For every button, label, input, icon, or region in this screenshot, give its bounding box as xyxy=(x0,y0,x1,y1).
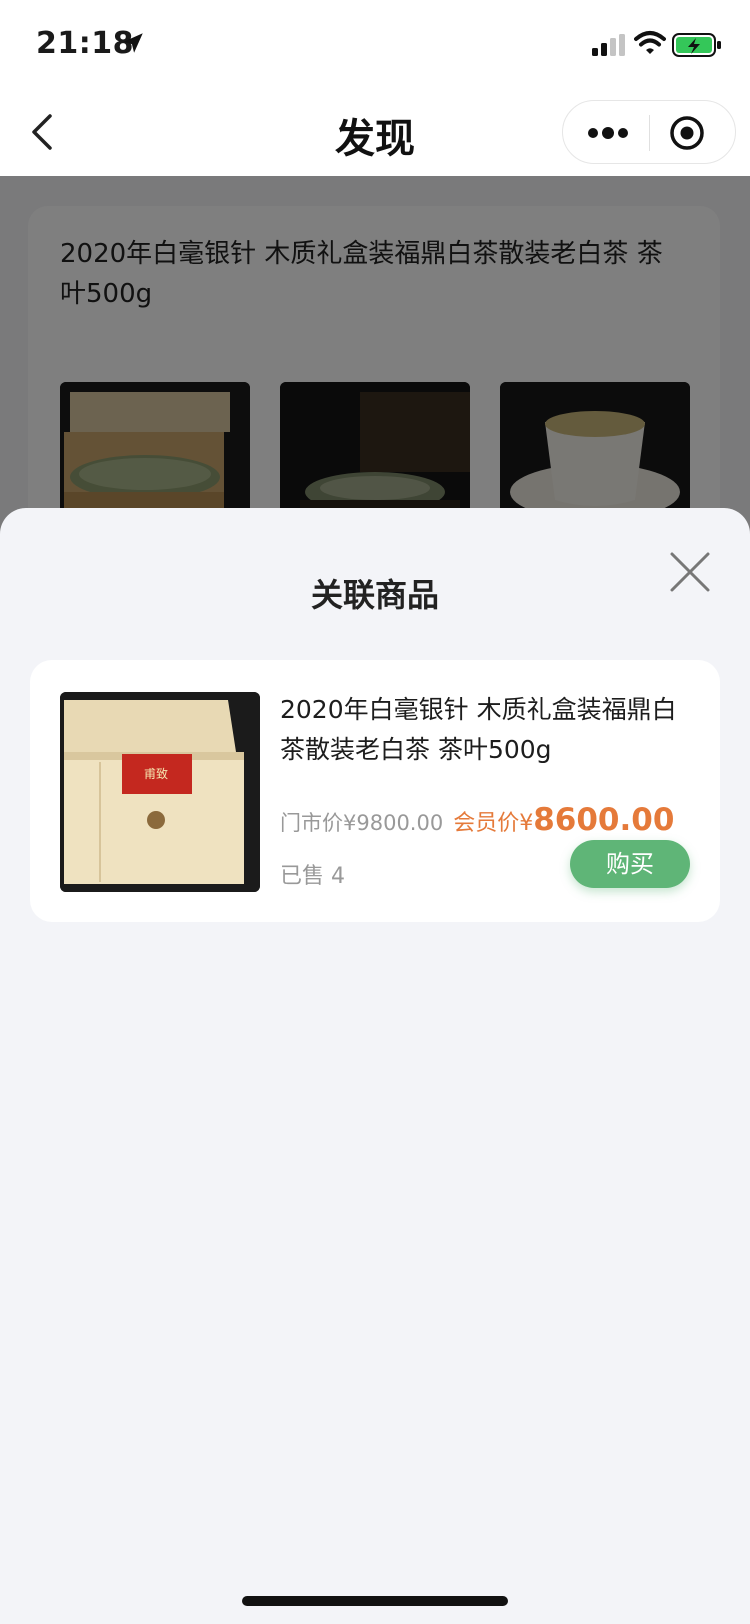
member-price: 8600.00 xyxy=(533,802,675,838)
sold-count: 已售 4 xyxy=(280,864,345,889)
target-close-icon[interactable] xyxy=(669,115,705,151)
close-x-icon[interactable] xyxy=(668,550,712,594)
market-price-label: 门市价 xyxy=(280,811,343,835)
nav-bar: 发现 xyxy=(0,88,750,176)
location-arrow-icon xyxy=(123,33,143,53)
product-card[interactable]: 甫致 2020年白毫银针 木质礼盒装福鼎白茶散装老白茶 茶叶500g 门市价¥9… xyxy=(30,660,720,922)
sheet-title: 关联商品 xyxy=(310,576,439,614)
wifi-icon xyxy=(634,31,666,54)
box-seal-text: 甫致 xyxy=(144,767,168,781)
gift-box-image: 甫致 xyxy=(60,692,260,892)
product-title: 2020年白毫银针 木质礼盒装福鼎白茶散装老白茶 茶叶500g xyxy=(280,695,677,764)
more-dots-icon[interactable] xyxy=(585,119,631,147)
signal-icon xyxy=(592,34,625,56)
capsule-divider xyxy=(649,115,650,151)
market-price: ¥9800.00 xyxy=(343,811,444,835)
price-row: 门市价¥9800.00 会员价¥8600.00 xyxy=(280,802,674,838)
battery-charging-icon xyxy=(672,33,721,57)
product-image[interactable]: 甫致 xyxy=(60,692,260,892)
related-products-sheet: 关联商品 甫致 2020年白毫银针 木质礼盒装福鼎白茶散装老白茶 茶叶500g … xyxy=(0,508,750,1624)
mini-program-capsule xyxy=(562,100,736,164)
home-indicator[interactable] xyxy=(242,1596,508,1606)
status-bar: 21:18 xyxy=(0,0,750,88)
member-price-label: 会员价 xyxy=(453,811,520,836)
member-price-currency: ¥ xyxy=(519,811,534,836)
buy-button[interactable]: 购买 xyxy=(570,840,690,888)
